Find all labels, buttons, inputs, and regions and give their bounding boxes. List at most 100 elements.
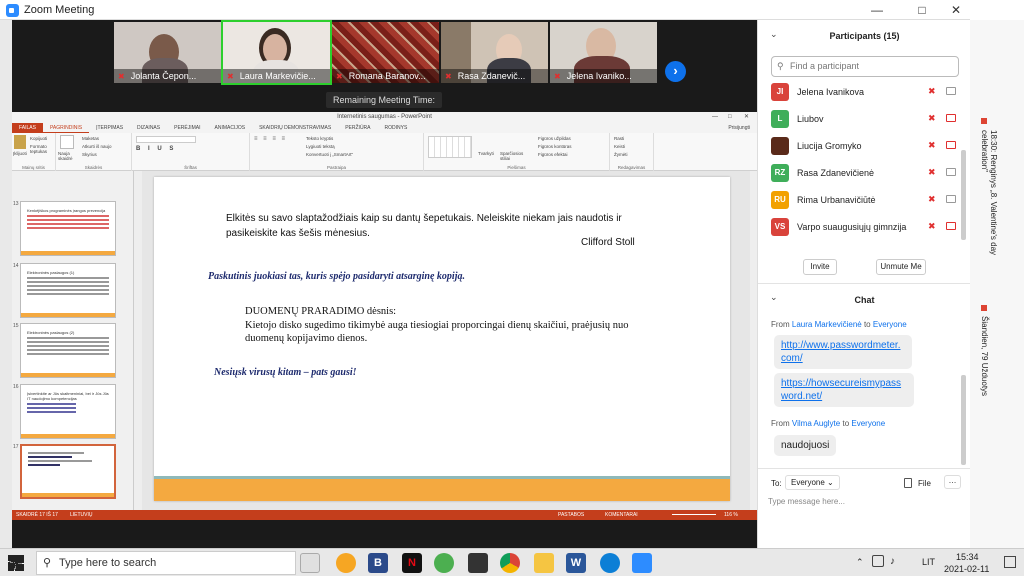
recipient-select[interactable]: Everyone ⌄ <box>785 475 840 490</box>
notifications-icon[interactable] <box>1004 556 1016 568</box>
slide-thumbnail[interactable]: Elektroninės paslaugos (2) <box>20 323 116 378</box>
slide-thumbnail[interactable]: Įsivertinkite ar Jūs skaitmeniniai, bei … <box>20 384 116 439</box>
font-select[interactable] <box>136 136 196 143</box>
tasks-dot-icon <box>981 305 987 311</box>
avatar: VS <box>771 218 789 236</box>
desktop-tasks-text: Šiandien, 79 Užduotys <box>980 316 989 397</box>
video-tile-active[interactable]: ✖ Laura Markevičie... <box>221 20 332 85</box>
participant-name: Rima Urbanavičiūtė <box>797 195 876 205</box>
participants-scrollbar[interactable] <box>961 150 966 240</box>
minimize-button[interactable]: — <box>862 2 892 18</box>
participant-name: Varpo suaugusiųjų gimnzija <box>797 222 907 232</box>
maximize-button[interactable]: □ <box>907 2 937 18</box>
tab-file[interactable]: FAILAS <box>12 123 43 133</box>
thumbnail-scrollbar[interactable] <box>134 171 142 510</box>
video-tile[interactable]: ✖ Rasa Zdanevič... <box>441 22 548 83</box>
zoom-level: 116 % <box>724 512 738 518</box>
slide-thumbnail[interactable]: Kenkėjiškos programinės įrangos prevenci… <box>20 201 116 256</box>
file-explorer-icon[interactable] <box>534 553 554 573</box>
edge-icon[interactable] <box>600 553 620 573</box>
video-tile[interactable]: ✖ Jolanta Čepon... <box>114 22 221 83</box>
avatar: RU <box>771 191 789 209</box>
tab-animations[interactable]: ANIMACIJOS <box>208 123 253 133</box>
network-icon[interactable] <box>872 555 884 567</box>
video-name: Romana Baranov... <box>348 71 426 81</box>
participant-row[interactable]: Liucija Gromyko ✖ <box>771 134 967 161</box>
tab-design[interactable]: DIZAINAS <box>130 123 167 133</box>
avatar: RZ <box>771 164 789 182</box>
zoom-taskbar-icon[interactable] <box>632 553 652 573</box>
more-options-icon[interactable]: … <box>944 475 961 489</box>
chat-message: http://www.passwordmeter.com/ <box>774 335 912 369</box>
chat-message-input[interactable]: Type message here... <box>768 497 845 506</box>
next-videos-button[interactable]: › <box>665 61 686 82</box>
task-view-icon[interactable] <box>300 553 320 573</box>
video-tile[interactable]: ✖ Romana Baranov... <box>332 22 439 83</box>
tab-review[interactable]: PERŽIŪRA <box>338 123 377 133</box>
muted-mic-icon: ✖ <box>118 72 125 81</box>
participant-row[interactable]: JI Jelena Ivanikova ✖ <box>771 80 967 107</box>
clock-time[interactable]: 15:34 <box>956 552 979 562</box>
chat-link[interactable]: https://howsecureismypassword.net/ <box>781 378 901 402</box>
participant-row[interactable]: L Liubov ✖ <box>771 107 967 134</box>
paragraph-buttons[interactable]: ≡ ≡ ≡ ≡ <box>254 136 287 142</box>
edge-legacy-icon[interactable] <box>434 553 454 573</box>
participant-search-input[interactable]: ⚲ Find a participant <box>771 56 959 77</box>
volume-icon[interactable]: ♪ <box>890 556 895 567</box>
participant-name: Rasa Zdanevičienė <box>797 168 875 178</box>
video-tile[interactable]: ✖ Jelena Ivaniko... <box>550 22 657 83</box>
ribbon-group-editing: Rasti Keisti Žymėti Redagavimas <box>610 133 654 171</box>
slide-law-title: DUOMENŲ PRARADIMO dėsnis: <box>245 306 397 317</box>
sign-in-link[interactable]: Prisijungti <box>721 123 757 133</box>
netflix-icon[interactable]: N <box>402 553 422 573</box>
close-button[interactable]: ✕ <box>941 2 971 18</box>
b-app-icon[interactable]: B <box>368 553 388 573</box>
title-bar: Zoom Meeting — □ ✕ <box>0 0 970 20</box>
tab-home[interactable]: PAGRINDINIS <box>42 123 90 133</box>
participant-row[interactable]: RU Rima Urbanavičiūtė ✖ <box>771 188 967 215</box>
slide-quote-author: Clifford Stoll <box>581 237 635 248</box>
participant-name: Liubov <box>797 114 824 124</box>
tab-view[interactable]: RODINYS <box>378 123 415 133</box>
slide-thumbnail[interactable]: Elektroninės paslaugos (1) <box>20 263 116 318</box>
notes-button[interactable]: PASTABOS <box>558 510 584 520</box>
paste-button[interactable]: Įklijuoti <box>13 151 27 156</box>
avatar: L <box>771 110 789 128</box>
ppt-title: Internetinis saugumas - PowerPoint <box>337 114 432 120</box>
chat-link[interactable]: http://www.passwordmeter.com/ <box>781 340 901 364</box>
comments-button[interactable]: KOMENTARAI <box>605 510 638 520</box>
clock-date[interactable]: 2021-02-11 <box>944 564 989 574</box>
shapes-gallery[interactable] <box>428 136 472 158</box>
zoom-slider[interactable] <box>672 514 716 515</box>
file-button[interactable]: File <box>918 479 931 488</box>
chat-scrollbar[interactable] <box>961 375 966 465</box>
invite-button[interactable]: Invite <box>803 259 837 275</box>
participant-row[interactable]: RZ Rasa Zdanevičienė ✖ <box>771 161 967 188</box>
search-icon: ⚲ <box>777 61 784 71</box>
avatar <box>771 137 789 155</box>
taskbar: ⚲ Type here to search B N W ⌃ ♪ LIT 15:3… <box>0 548 1024 576</box>
unmute-me-button[interactable]: Unmute Me <box>876 259 926 275</box>
word-icon[interactable]: W <box>566 553 586 573</box>
slide-scrollbar[interactable] <box>750 171 757 510</box>
tab-slideshow[interactable]: SKAIDRIŲ DEMONSTRAVIMAS <box>252 123 338 133</box>
zoom-window: Zoom Meeting — □ ✕ ✖ Jolanta Čepon... ✖ La… <box>0 0 971 548</box>
tab-insert[interactable]: ĮTERPIMAS <box>89 123 130 133</box>
windows-start-icon[interactable] <box>8 555 24 571</box>
ppt-ribbon-tabs: FAILAS PAGRINDINIS ĮTERPIMAS DIZAINAS PE… <box>12 123 757 133</box>
tab-transitions[interactable]: PERĖJIMAI <box>167 123 207 133</box>
store-icon[interactable] <box>468 553 488 573</box>
desktop-event-text: 18:30: Renginys „8. Valentine's day cele… <box>980 130 998 256</box>
taskbar-search-input[interactable]: ⚲ Type here to search <box>36 551 296 575</box>
font-format-buttons[interactable]: B I U S <box>136 146 176 152</box>
slide-thumbnail-selected[interactable] <box>20 444 116 499</box>
muted-mic-icon: ✖ <box>928 113 936 123</box>
chrome-icon[interactable] <box>500 553 520 573</box>
tray-chevron-icon[interactable]: ⌃ <box>856 557 864 568</box>
camera-off-icon <box>946 141 956 149</box>
language-indicator[interactable]: LIT <box>922 557 935 567</box>
participant-row[interactable]: VS Varpo suaugusiųjų gimnzija ✖ <box>771 215 967 242</box>
firefox-icon[interactable] <box>336 553 356 573</box>
slide-virus-line: Nesiųsk virusų kitam – pats gausi! <box>214 367 357 378</box>
chat-message: naudojuosi <box>774 435 837 456</box>
